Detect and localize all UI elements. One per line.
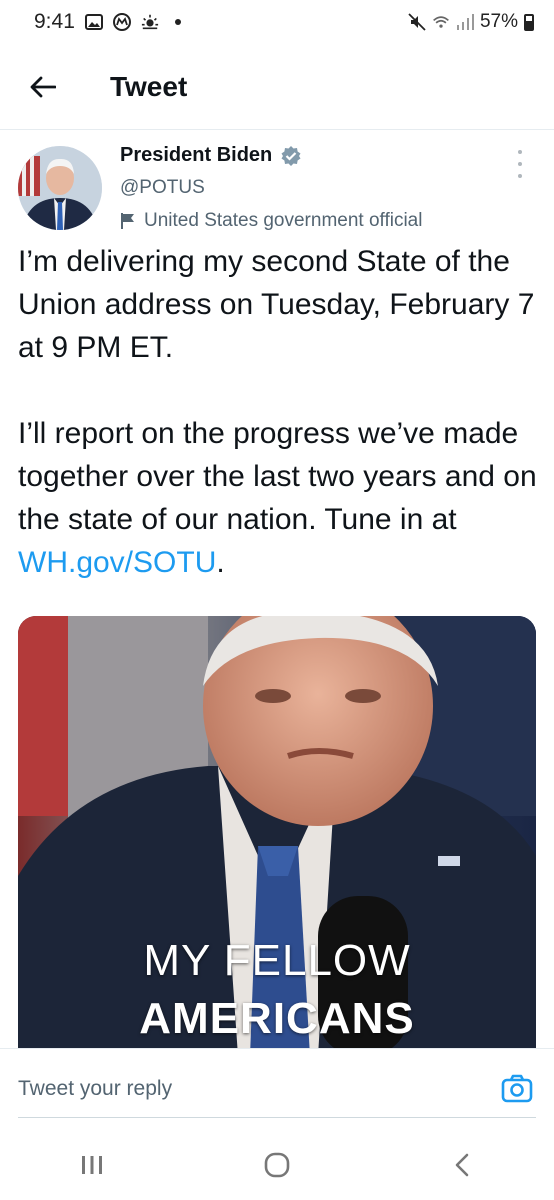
status-bar: 9:41 57% bbox=[0, 0, 554, 44]
back-button[interactable] bbox=[0, 44, 86, 130]
tweet-paragraph-2-end: . bbox=[216, 546, 225, 579]
tweet-paragraph-1: I’m delivering my second State of the Un… bbox=[18, 245, 535, 364]
gallery-icon bbox=[84, 13, 103, 31]
camera-icon bbox=[501, 1074, 533, 1103]
status-time: 9:41 bbox=[34, 10, 75, 33]
tweet-paragraph-2: I’ll report on the progress we’ve made t… bbox=[18, 412, 538, 584]
battery-percent: 57% bbox=[479, 11, 518, 32]
wifi-icon bbox=[432, 13, 450, 31]
more-vertical-icon bbox=[518, 150, 522, 154]
media-image bbox=[18, 616, 536, 1056]
recent-apps-icon bbox=[82, 1156, 103, 1174]
status-right: 57% bbox=[408, 11, 534, 33]
system-back-button[interactable] bbox=[432, 1140, 492, 1190]
camera-button[interactable] bbox=[500, 1071, 534, 1105]
author-handle[interactable]: @POTUS bbox=[120, 177, 205, 199]
reply-underline bbox=[18, 1117, 536, 1118]
tweet-author: President Biden @POTUS United States gov… bbox=[0, 130, 554, 240]
app-header: Tweet bbox=[0, 44, 554, 130]
reply-bar bbox=[0, 1048, 554, 1130]
arrow-left-icon bbox=[30, 76, 56, 97]
tweet-paragraph-2-text: I’ll report on the progress we’ve made t… bbox=[18, 417, 537, 536]
home-button[interactable] bbox=[247, 1140, 307, 1190]
battery-icon bbox=[524, 13, 534, 31]
tweet-text: I’m delivering my second State of the Un… bbox=[18, 240, 538, 584]
verified-badge-icon bbox=[281, 145, 301, 166]
app-icon bbox=[112, 13, 131, 31]
home-icon bbox=[264, 1152, 290, 1178]
tweet-media[interactable] bbox=[18, 616, 536, 1056]
signal-icon bbox=[456, 13, 474, 31]
status-left: 9:41 bbox=[34, 10, 187, 34]
weather-icon bbox=[141, 13, 159, 31]
flag-icon bbox=[121, 213, 134, 229]
author-name-row: President Biden bbox=[120, 144, 302, 167]
media-caption-line-1: MY FELLOW bbox=[143, 936, 411, 985]
mute-icon bbox=[408, 13, 426, 31]
government-label[interactable]: United States government official bbox=[120, 210, 422, 232]
more-options-button[interactable] bbox=[508, 150, 532, 178]
system-nav-bar bbox=[0, 1130, 554, 1200]
avatar[interactable] bbox=[18, 146, 102, 230]
reply-input[interactable] bbox=[18, 1071, 458, 1107]
recent-apps-button[interactable] bbox=[62, 1140, 122, 1190]
page-title: Tweet bbox=[110, 70, 188, 102]
sotu-link[interactable]: WH.gov/SOTU bbox=[18, 546, 216, 579]
media-caption-line-2: AMERICANS bbox=[139, 994, 415, 1043]
government-label-text: United States government official bbox=[144, 210, 423, 231]
back-icon bbox=[455, 1153, 468, 1177]
author-name[interactable]: President Biden bbox=[120, 144, 272, 167]
dot-icon bbox=[169, 13, 187, 31]
